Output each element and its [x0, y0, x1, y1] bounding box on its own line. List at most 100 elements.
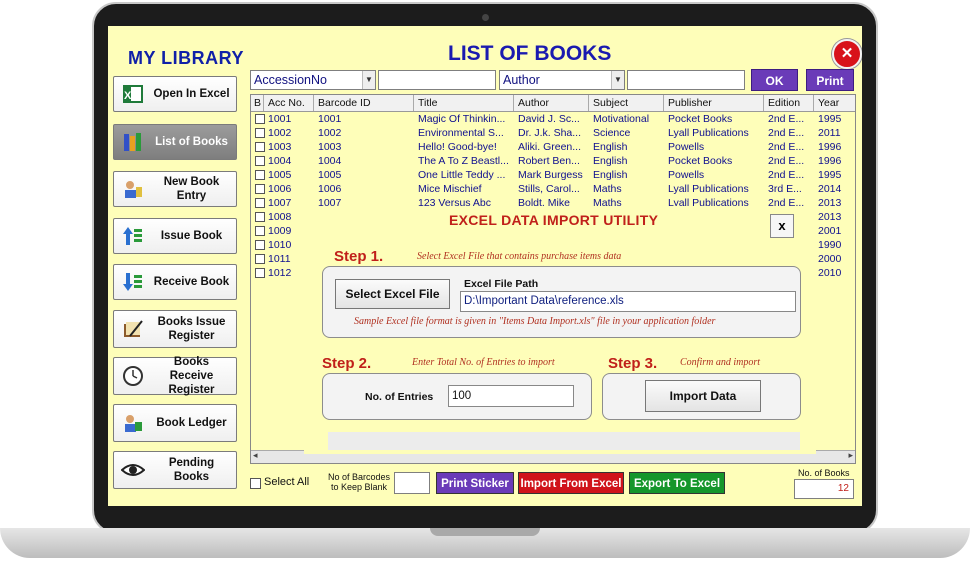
step1-description: Select Excel File that contains purchase… [417, 251, 622, 262]
table-cell: 2013 [818, 197, 842, 209]
table-cell: English [593, 169, 628, 181]
step2-description: Enter Total No. of Entries to import [412, 357, 555, 368]
print-button[interactable]: Print [806, 69, 854, 91]
clock-icon [121, 364, 145, 388]
sidebar-item-issue-book[interactable]: Issue Book [113, 218, 237, 254]
filter-value-input-2[interactable] [627, 70, 745, 90]
select-excel-file-button[interactable]: Select Excel File [335, 279, 450, 309]
table-cell: 2nd E... [768, 141, 805, 153]
eye-icon [121, 458, 145, 482]
table-row[interactable]: 1002 1002 Environmental S... Dr. J.k. Sha..… [251, 126, 855, 140]
table-cell: 2011 [818, 127, 841, 139]
sidebar-item-label: Books Issue Register [157, 316, 226, 342]
table-cell: Dr. J.k. Sha... [518, 127, 582, 139]
column-header-author[interactable]: Author [514, 95, 589, 111]
table-cell: Environmental S... [418, 127, 504, 139]
import-data-button[interactable]: Import Data [645, 380, 761, 412]
barcodes-blank-label-line2: to Keep Blank [330, 482, 388, 492]
sidebar-item-label: New Book Entry [163, 176, 220, 202]
table-row[interactable]: 1003 1003 Hello! Good-bye! Aliki. Green... E… [251, 140, 855, 154]
table-cell: One Little Teddy ... [418, 169, 506, 181]
barcodes-blank-input[interactable] [394, 472, 430, 494]
table-row[interactable]: 1006 1006 Mice Mischief Stills, Carol... Mat… [251, 182, 855, 196]
sample-format-note: Sample Excel file format is given in "It… [354, 316, 716, 327]
filter-field-select-2[interactable]: Author ▼ [499, 70, 625, 90]
filter-field-select-1[interactable]: AccessionNo ▼ [250, 70, 376, 90]
sidebar-item-book-ledger[interactable]: Book Ledger [113, 404, 237, 442]
step2-panel: No. of Entries 100 [322, 373, 592, 420]
table-row[interactable]: 1001 1001 Magic Of Thinkin... David J. Sc..… [251, 112, 855, 126]
table-cell: The A To Z Beastl... [418, 155, 509, 167]
import-from-excel-button[interactable]: Import From Excel [518, 472, 624, 494]
column-header-acc-no[interactable]: Acc No. [264, 95, 314, 111]
ok-button[interactable]: OK [751, 69, 798, 91]
table-cell: 1003 [318, 141, 342, 153]
column-header-year[interactable]: Year [814, 95, 855, 111]
table-cell: 2010 [818, 267, 842, 279]
table-cell: Science [593, 127, 631, 139]
sidebar-item-pending-books[interactable]: Pending Books [113, 451, 237, 489]
column-header-b[interactable]: B [251, 95, 264, 111]
table-cell: Lyall Publications [668, 183, 749, 195]
table-cell: 2013 [818, 211, 842, 223]
step3-panel: Import Data [602, 373, 801, 420]
file-path-label: Excel File Path [464, 278, 539, 290]
sidebar-item-new-book-entry[interactable]: New Book Entry [113, 171, 237, 207]
table-row[interactable]: 1004 1004 The A To Z Beastl... Robert Ben..… [251, 154, 855, 168]
table-cell: Powells [668, 141, 705, 153]
sidebar-item-list-of-books[interactable]: List of Books [113, 124, 237, 160]
column-header-title[interactable]: Title [414, 95, 514, 111]
progress-bar [328, 432, 800, 450]
table-cell: Maths [593, 183, 622, 195]
issue-register-icon [121, 317, 145, 341]
no-of-books-value: 12 [794, 479, 854, 499]
table-cell: Robert Ben... [518, 155, 580, 167]
sidebar-item-label: Open In Excel [153, 88, 230, 100]
table-cell: Stills, Carol... [518, 183, 580, 195]
table-cell: 1006 [268, 183, 292, 195]
column-header-subject[interactable]: Subject [589, 95, 664, 111]
sidebar-item-label: List of Books [155, 136, 228, 148]
dialog-close-button[interactable]: x [770, 214, 794, 238]
table-cell: Magic Of Thinkin... [418, 113, 506, 125]
scroll-right-icon[interactable]: ▸ [848, 450, 853, 461]
export-to-excel-button[interactable]: Export To Excel [629, 472, 725, 494]
sidebar-item-label: Issue Book [160, 230, 223, 242]
table-cell: Mice Mischief [418, 183, 482, 195]
select-all-checkbox[interactable] [250, 478, 261, 489]
scroll-left-icon[interactable]: ◂ [253, 450, 258, 461]
step1-panel: Select Excel File Excel File Path D:\Imp… [322, 266, 801, 338]
table-cell: 1004 [268, 155, 292, 167]
dialog-title: EXCEL DATA IMPORT UTILITY [449, 212, 659, 228]
column-header-barcode-id[interactable]: Barcode ID [314, 95, 414, 111]
table-cell: English [593, 141, 628, 153]
issue-book-icon [121, 224, 145, 248]
print-sticker-button[interactable]: Print Sticker [436, 472, 514, 494]
table-cell: 2000 [818, 253, 842, 265]
sidebar-item-open-in-excel[interactable]: X Open In Excel [113, 76, 237, 112]
file-path-input[interactable]: D:\Important Data\reference.xls [460, 291, 796, 312]
column-header-publisher[interactable]: Publisher [664, 95, 764, 111]
sidebar-item-receive-book[interactable]: Receive Book [113, 264, 237, 300]
table-cell: Pocket Books [668, 155, 733, 167]
table-header: B Acc No. Barcode ID Title Author Subjec… [251, 95, 855, 112]
table-cell: David J. Sc... [518, 113, 580, 125]
table-cell: Lyall Publications [668, 127, 749, 139]
barcodes-blank-label-line1: No of Barcodes [327, 472, 391, 482]
column-header-edition[interactable]: Edition [764, 95, 814, 111]
svg-text:X: X [124, 90, 132, 102]
table-cell: 1002 [268, 127, 292, 139]
close-app-button[interactable]: ✕ [832, 39, 862, 69]
filter-field-2-value: Author [503, 73, 540, 87]
sidebar-item-label: Books Receive Register [168, 356, 215, 396]
filter-value-input-1[interactable] [378, 70, 496, 90]
table-cell: 1990 [818, 239, 842, 251]
table-row[interactable]: 1005 1005 One Little Teddy ... Mark Burgess… [251, 168, 855, 182]
table-cell: Aliki. Green... [518, 141, 582, 153]
ledger-icon [121, 411, 145, 435]
sidebar-item-books-receive-register[interactable]: Books Receive Register [113, 356, 237, 396]
sidebar-item-books-issue-register[interactable]: Books Issue Register [113, 310, 237, 348]
table-cell: 1002 [318, 127, 342, 139]
entries-input[interactable]: 100 [448, 385, 574, 407]
receive-book-icon [121, 270, 145, 294]
